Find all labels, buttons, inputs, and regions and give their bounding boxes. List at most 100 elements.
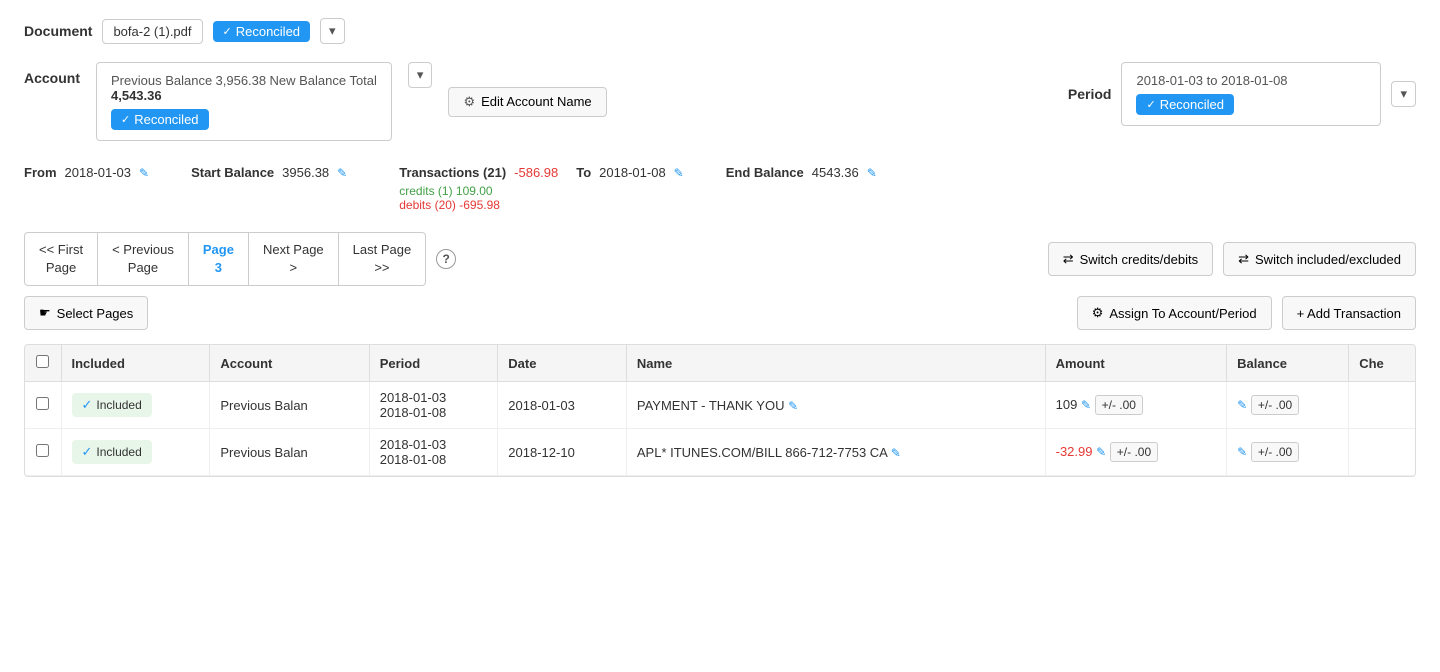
gear-icon2: ⚙	[1092, 305, 1104, 321]
transactions-value: -586.98	[514, 165, 558, 180]
end-balance-label: End Balance	[726, 165, 804, 180]
period-dropdown-btn[interactable]: ▾	[1391, 81, 1416, 107]
amount-adj-button[interactable]: +/- .00	[1110, 442, 1158, 462]
start-balance-value: 3956.38	[282, 165, 329, 180]
pagination: << FirstPage < PreviousPage Page3 Next P…	[24, 232, 456, 286]
balance-edit-icon[interactable]: ✎	[1237, 445, 1247, 459]
row-balance: ✎ +/- .00	[1227, 382, 1349, 429]
check-icon: ✓	[223, 25, 232, 38]
row-checkbox[interactable]	[36, 444, 49, 457]
switch-icon: ⇄	[1063, 251, 1074, 267]
check-icon: ✓	[1146, 98, 1155, 111]
transactions-section: Transactions (21) -586.98 credits (1) 10…	[399, 165, 558, 212]
document-dropdown-btn[interactable]: ▾	[320, 18, 345, 44]
from-value: 2018-01-03	[65, 165, 132, 180]
amount-edit-icon[interactable]: ✎	[1096, 445, 1106, 459]
balance-edit-icon[interactable]: ✎	[1237, 398, 1247, 412]
col-amount: Amount	[1045, 345, 1227, 382]
transactions-label: Transactions (21)	[399, 165, 506, 180]
to-section: To 2018-01-08 ✎	[576, 165, 683, 180]
document-label: Document	[24, 23, 92, 39]
name-edit-icon[interactable]: ✎	[891, 446, 901, 460]
next-page-button[interactable]: Next Page>	[249, 232, 339, 286]
row-date: 2018-01-03	[498, 382, 627, 429]
included-badge[interactable]: ✓ Included	[72, 393, 152, 417]
row-date: 2018-12-10	[498, 429, 627, 476]
table-row: ✓ Included Previous Balan 2018-01-032018…	[25, 382, 1415, 429]
row-period: 2018-01-032018-01-08	[369, 429, 498, 476]
check-icon: ✓	[82, 397, 93, 413]
current-page-button[interactable]: Page3	[189, 232, 249, 286]
col-checkbox	[25, 345, 61, 382]
row-che	[1349, 429, 1415, 476]
col-date: Date	[498, 345, 627, 382]
help-icon[interactable]: ?	[436, 249, 456, 269]
account-box: Previous Balance 3,956.38 New Balance To…	[96, 62, 392, 141]
balance-adj-button[interactable]: +/- .00	[1251, 395, 1299, 415]
period-section: Period 2018-01-03 to 2018-01-08 ✓ Reconc…	[1068, 62, 1416, 126]
row-period: 2018-01-032018-01-08	[369, 382, 498, 429]
row-checkbox[interactable]	[36, 397, 49, 410]
table-actions-right: ⇄ Switch credits/debits ⇄ Switch include…	[1048, 242, 1416, 276]
period-label: Period	[1068, 86, 1112, 102]
balance-adj-button[interactable]: +/- .00	[1251, 442, 1299, 462]
account-prev-balance: Previous Balance 3,956.38 New Balance To…	[111, 73, 377, 88]
debits-value: debits (20) -695.98	[399, 198, 558, 212]
first-page-button[interactable]: << FirstPage	[24, 232, 98, 286]
from-section: From 2018-01-03 ✎	[24, 165, 149, 180]
from-edit-icon[interactable]: ✎	[139, 166, 149, 180]
included-badge[interactable]: ✓ Included	[72, 440, 152, 464]
select-pages-button[interactable]: ☛ Select Pages	[24, 296, 148, 330]
row-amount: -32.99 ✎ +/- .00	[1045, 429, 1227, 476]
add-transaction-button[interactable]: + Add Transaction	[1282, 296, 1416, 330]
from-label: From	[24, 165, 57, 180]
table-row: ✓ Included Previous Balan 2018-01-032018…	[25, 429, 1415, 476]
period-dates: 2018-01-03 to 2018-01-08	[1136, 73, 1366, 88]
row-account: Previous Balan	[210, 382, 369, 429]
col-included: Included	[61, 345, 210, 382]
row-included: ✓ Included	[61, 382, 210, 429]
col-balance: Balance	[1227, 345, 1349, 382]
account-dropdown-btn[interactable]: ▾	[408, 62, 433, 88]
account-reconciled-badge: ✓ Reconciled	[111, 109, 209, 130]
to-edit-icon[interactable]: ✎	[674, 166, 684, 180]
amount-adj-button[interactable]: +/- .00	[1095, 395, 1143, 415]
row-checkbox-cell	[25, 382, 61, 429]
end-balance-section: End Balance 4543.36 ✎	[726, 165, 877, 180]
switch-credits-debits-button[interactable]: ⇄ Switch credits/debits	[1048, 242, 1213, 276]
end-balance-value: 4543.36	[812, 165, 859, 180]
col-period: Period	[369, 345, 498, 382]
name-edit-icon[interactable]: ✎	[788, 399, 798, 413]
start-balance-edit-icon[interactable]: ✎	[337, 166, 347, 180]
row-checkbox-cell	[25, 429, 61, 476]
last-page-button[interactable]: Last Page>>	[339, 232, 427, 286]
to-value: 2018-01-08	[599, 165, 666, 180]
switch-included-excluded-button[interactable]: ⇄ Switch included/excluded	[1223, 242, 1416, 276]
period-box: 2018-01-03 to 2018-01-08 ✓ Reconciled	[1121, 62, 1381, 126]
start-balance-label: Start Balance	[191, 165, 274, 180]
credits-value: credits (1) 109.00	[399, 184, 558, 198]
row-che	[1349, 382, 1415, 429]
row-amount: 109 ✎ +/- .00	[1045, 382, 1227, 429]
row-balance: ✎ +/- .00	[1227, 429, 1349, 476]
gear-icon: ⚙	[463, 94, 475, 110]
check-icon: ✓	[82, 444, 93, 460]
row-name: PAYMENT - THANK YOU ✎	[626, 382, 1045, 429]
select-all-checkbox[interactable]	[36, 355, 49, 368]
period-reconciled-badge: ✓ Reconciled	[1136, 94, 1234, 115]
col-che: Che	[1349, 345, 1415, 382]
account-new-balance: 4,543.36	[111, 88, 377, 103]
amount-edit-icon[interactable]: ✎	[1081, 398, 1091, 412]
start-balance-section: Start Balance 3956.38 ✎	[191, 165, 347, 180]
edit-account-name-button[interactable]: ⚙ Edit Account Name	[448, 87, 606, 117]
to-label: To	[576, 165, 591, 180]
prev-page-button[interactable]: < PreviousPage	[98, 232, 189, 286]
bottom-actions: ⚙ Assign To Account/Period + Add Transac…	[1077, 296, 1416, 330]
hand-icon: ☛	[39, 305, 51, 321]
row-name: APL* ITUNES.COM/BILL 866-712-7753 CA ✎	[626, 429, 1045, 476]
transactions-table-wrap: Included Account Period Date Name Amount…	[24, 344, 1416, 477]
col-name: Name	[626, 345, 1045, 382]
assign-account-period-button[interactable]: ⚙ Assign To Account/Period	[1077, 296, 1272, 330]
end-balance-edit-icon[interactable]: ✎	[867, 166, 877, 180]
document-reconciled-badge: ✓ Reconciled	[213, 21, 311, 42]
